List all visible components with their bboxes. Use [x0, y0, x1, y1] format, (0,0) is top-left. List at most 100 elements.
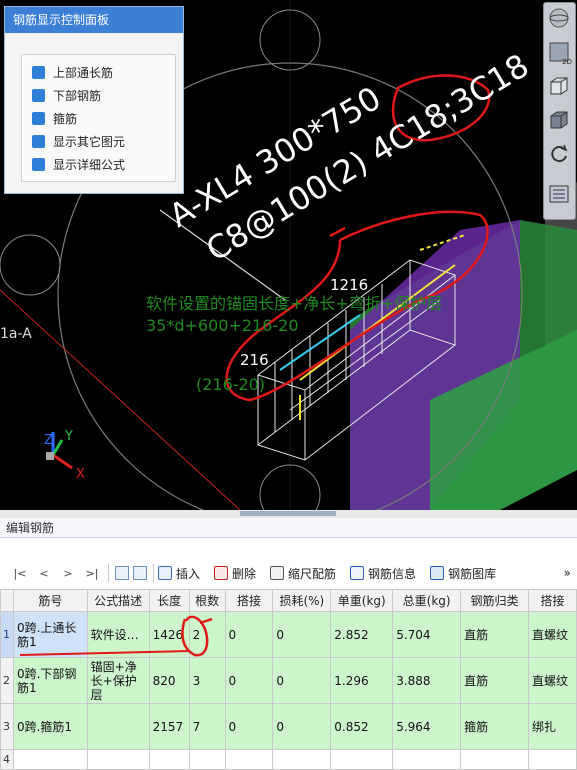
- cell-category[interactable]: 直筋: [460, 611, 529, 658]
- formula-line3: (216-20): [196, 375, 265, 394]
- cell-lap[interactable]: [224, 749, 274, 770]
- formula-line2: 35*d+600+216-20: [146, 316, 299, 335]
- control-panel-title: 钢筋显示控制面板: [5, 7, 183, 33]
- scale-rebar-button[interactable]: 缩尺配筋: [270, 565, 336, 582]
- cell-total-weight[interactable]: 5.704: [392, 611, 462, 658]
- cell-count[interactable]: 2: [188, 611, 226, 658]
- option-top-continuous-rebar[interactable]: 上部通长筋: [22, 55, 175, 84]
- row-number[interactable]: 2: [0, 657, 14, 704]
- cell-loss[interactable]: 0: [272, 657, 332, 704]
- header-count[interactable]: 根数: [188, 589, 226, 612]
- cell-loss[interactable]: 0: [272, 703, 332, 750]
- checkbox-checked-icon[interactable]: [22, 55, 45, 148]
- dim-left-label: 216: [240, 351, 269, 369]
- cell-lap-type[interactable]: [527, 749, 577, 770]
- cell-category[interactable]: 箍筋: [460, 703, 529, 750]
- toolbar-more-button[interactable]: »: [564, 566, 571, 580]
- cell-loss[interactable]: [272, 749, 332, 770]
- cell-lap-type[interactable]: 绑扎: [527, 703, 577, 750]
- option-show-other-elements[interactable]: 显示其它图元: [22, 55, 175, 153]
- cell-lap-type[interactable]: 直螺纹: [527, 611, 577, 658]
- control-panel-options: 上部通长筋 下部钢筋 箍筋 显示其它图元 显示详细公式: [21, 54, 176, 182]
- delete-icon: [214, 566, 229, 580]
- header-total-weight[interactable]: 总重(kg): [392, 589, 462, 612]
- header-category[interactable]: 钢筋归类: [460, 589, 529, 612]
- cell-category[interactable]: [460, 749, 529, 770]
- cell-bar-no[interactable]: [12, 749, 88, 770]
- header-bar-no[interactable]: 筋号: [12, 589, 88, 612]
- cell-bar-no[interactable]: 0跨.箍筋1: [12, 703, 88, 750]
- rebar-library-button[interactable]: 钢筋图库: [430, 565, 496, 582]
- move-up-icon[interactable]: [115, 566, 129, 580]
- table-row[interactable]: 2 0跨.下部钢筋1 锚固+净长+保护层 820 3 0 0 1.296 3.8…: [0, 657, 577, 704]
- cell-unit-weight[interactable]: 0.852: [330, 703, 394, 750]
- option-bottom-rebar[interactable]: 下部钢筋: [22, 55, 175, 107]
- table-row[interactable]: 1 0跨.上通长筋1 软件设… 1426 2 0 0 2.852 5.704 直…: [0, 611, 577, 658]
- table-row[interactable]: 3 0跨.箍筋1 2157 7 0 0 0.852 5.964 箍筋 绑扎: [0, 703, 577, 750]
- library-icon: [430, 566, 445, 580]
- cell-total-weight[interactable]: 3.888: [392, 657, 462, 704]
- row-number[interactable]: 1: [0, 611, 14, 658]
- view-2d-icon[interactable]: 2D: [548, 41, 573, 67]
- cell-length[interactable]: 2157: [148, 703, 190, 750]
- header-lap[interactable]: 搭接: [224, 589, 274, 612]
- cell-bar-no[interactable]: 0跨.上通长筋1: [12, 611, 88, 658]
- header-formula-desc[interactable]: 公式描述: [86, 589, 150, 612]
- rotate-icon[interactable]: [548, 143, 573, 169]
- axis-grid-label: 1a-A: [0, 326, 32, 342]
- sphere-view-icon[interactable]: [548, 7, 573, 33]
- nav-next-button[interactable]: >: [56, 567, 80, 580]
- 3d-viewport[interactable]: A-XL4 300*750 C8@100(2) 4C18;3C18 1216 2…: [0, 0, 577, 510]
- option-stirrup[interactable]: 箍筋: [22, 55, 175, 130]
- editor-toolbar: |< < > >| 插入 删除 缩尺配筋 钢筋信息 钢筋图库 »: [0, 556, 577, 590]
- row-number[interactable]: 4: [0, 749, 14, 770]
- option-show-detailed-formula[interactable]: 显示详细公式: [22, 55, 175, 176]
- panel-title: 编辑钢筋: [0, 518, 577, 538]
- nav-first-button[interactable]: |<: [8, 567, 32, 580]
- cell-lap[interactable]: 0: [224, 611, 274, 658]
- grid-layout-icon[interactable]: [548, 183, 573, 209]
- header-loss[interactable]: 损耗(%): [272, 589, 332, 612]
- cell-unit-weight[interactable]: [330, 749, 394, 770]
- cell-lap[interactable]: 0: [224, 657, 274, 704]
- cell-formula-desc[interactable]: 锚固+净长+保护层: [86, 657, 150, 704]
- cell-total-weight[interactable]: [392, 749, 462, 770]
- header-lap-type[interactable]: 搭接: [527, 589, 577, 612]
- checkbox-checked-icon[interactable]: [22, 55, 45, 171]
- wireframe-cube-icon[interactable]: [548, 75, 573, 101]
- cell-count[interactable]: [188, 749, 226, 770]
- header-unit-weight[interactable]: 单重(kg): [330, 589, 394, 612]
- cell-length[interactable]: 1426: [148, 611, 190, 658]
- nav-prev-button[interactable]: <: [32, 567, 56, 580]
- rebar-info-button[interactable]: 钢筋信息: [350, 565, 416, 582]
- cell-count[interactable]: 3: [188, 657, 226, 704]
- nav-last-button[interactable]: >|: [80, 567, 104, 580]
- row-number[interactable]: 3: [0, 703, 14, 750]
- cell-length[interactable]: 820: [148, 657, 190, 704]
- move-down-icon[interactable]: [133, 566, 147, 580]
- cell-category[interactable]: 直筋: [460, 657, 529, 704]
- splitter-grip[interactable]: [240, 511, 336, 516]
- table-row-empty[interactable]: 4: [0, 749, 577, 770]
- panel-splitter[interactable]: [0, 510, 577, 518]
- solid-cube-icon[interactable]: [548, 109, 573, 135]
- delete-button[interactable]: 删除: [214, 565, 256, 582]
- cell-unit-weight[interactable]: 2.852: [330, 611, 394, 658]
- insert-button[interactable]: 插入: [158, 565, 200, 582]
- cell-formula-desc[interactable]: [86, 749, 150, 770]
- cell-loss[interactable]: 0: [272, 611, 332, 658]
- checkbox-checked-icon[interactable]: [22, 55, 45, 79]
- cell-total-weight[interactable]: 5.964: [392, 703, 462, 750]
- cell-length[interactable]: [148, 749, 190, 770]
- cell-count[interactable]: 7: [188, 703, 226, 750]
- header-length[interactable]: 长度: [148, 589, 190, 612]
- cell-formula-desc[interactable]: 软件设…: [86, 611, 150, 658]
- cell-lap[interactable]: 0: [224, 703, 274, 750]
- cell-lap-type[interactable]: 直螺纹: [527, 657, 577, 704]
- checkbox-checked-icon[interactable]: [22, 55, 45, 102]
- cell-formula-desc[interactable]: [86, 703, 150, 750]
- grid-header-row: 筋号 公式描述 长度 根数 搭接 损耗(%) 单重(kg) 总重(kg) 钢筋归…: [0, 589, 577, 612]
- cell-bar-no[interactable]: 0跨.下部钢筋1: [12, 657, 88, 704]
- cell-unit-weight[interactable]: 1.296: [330, 657, 394, 704]
- checkbox-checked-icon[interactable]: [22, 55, 45, 125]
